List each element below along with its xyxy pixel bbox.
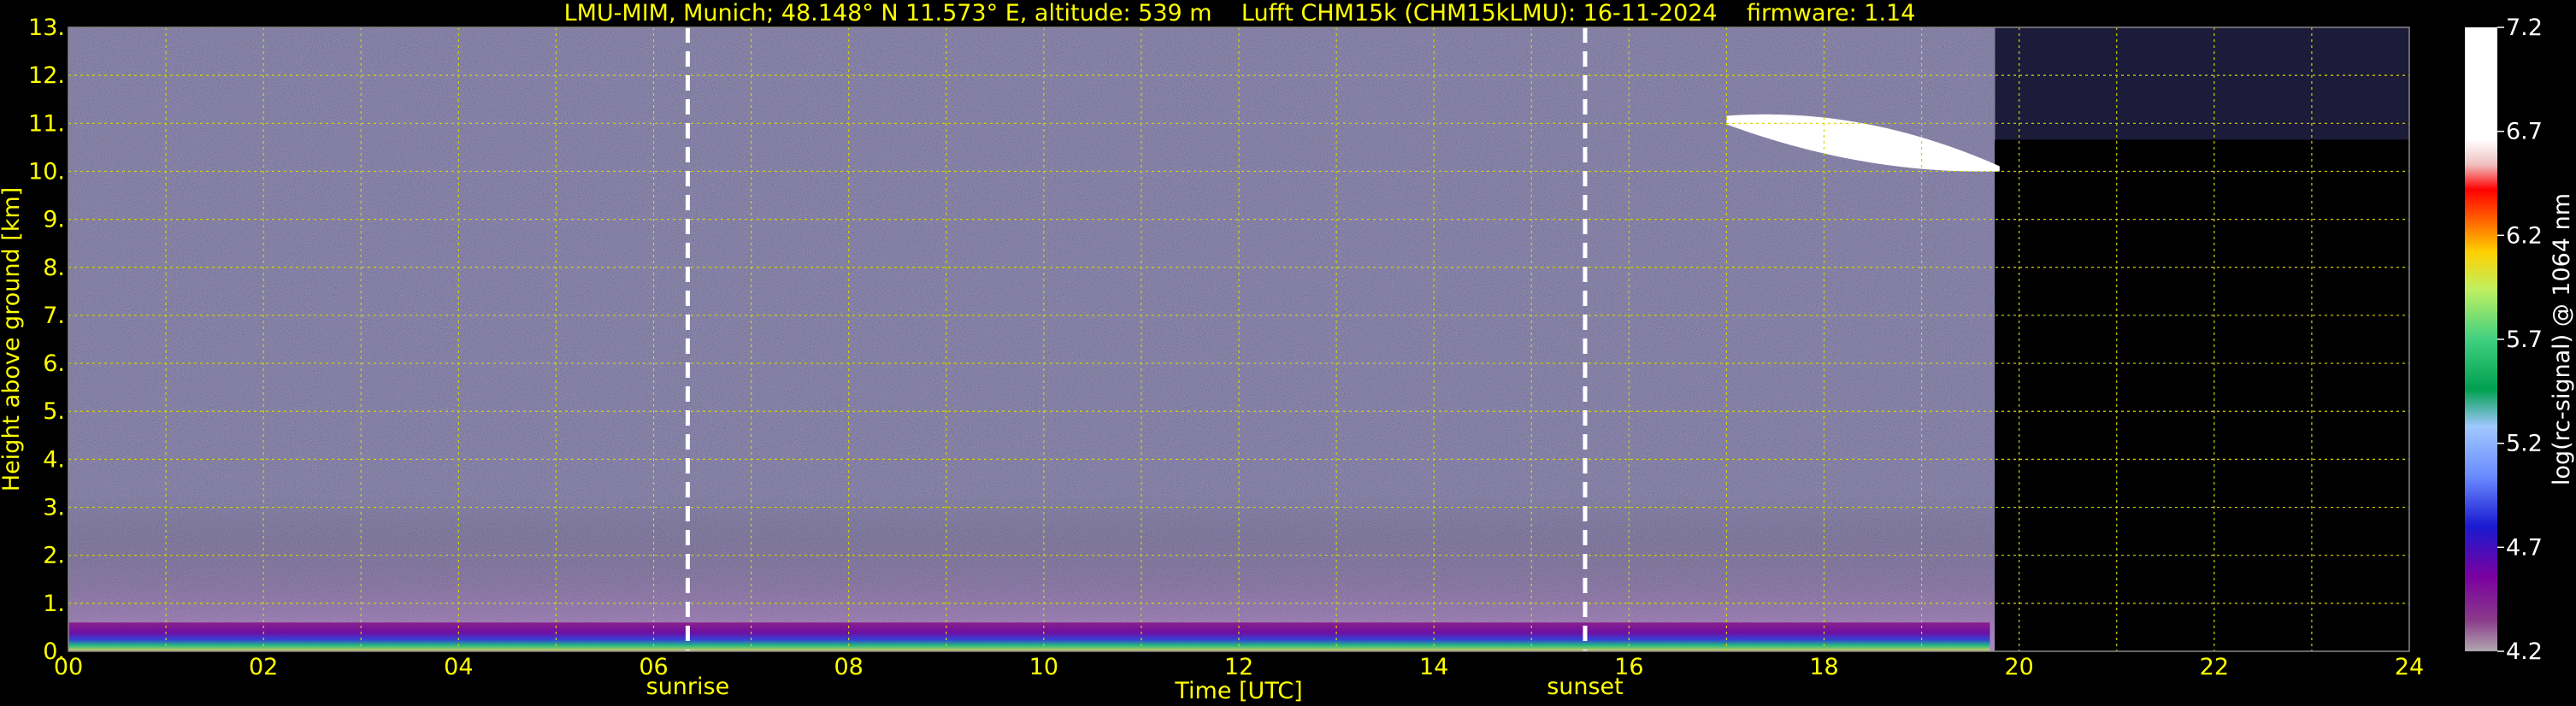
plot-area: sunrise sunset xyxy=(68,26,2410,700)
y-tick-label: 1. xyxy=(43,591,65,617)
x-tick-label: 04 xyxy=(444,654,473,680)
y-tick-label: 6. xyxy=(43,350,65,377)
no-data-region xyxy=(1995,139,2409,651)
x-tick-label: 06 xyxy=(639,654,668,680)
y-tick-label: 2. xyxy=(43,543,65,569)
x-tick-label: 02 xyxy=(249,654,278,680)
x-tick-label: 20 xyxy=(2004,654,2033,680)
y-axis-ticks: 0. 1. 2. 3. 4. 5. 6. 7. 8. 9. 10. 11. 12. 13. xyxy=(28,15,65,665)
colorbar-gradient xyxy=(2465,27,2497,651)
layer-0 xyxy=(68,622,1990,651)
colorbar-label: log(rc-signal) @ 1064 nm xyxy=(2549,193,2575,485)
colorbar-tick-label: 5.2 xyxy=(2506,431,2543,457)
x-tick-label: 16 xyxy=(1614,654,1643,680)
colorbar-tick-label: 7.2 xyxy=(2506,15,2543,41)
x-tick-label: 08 xyxy=(834,654,863,680)
y-tick-label: 9. xyxy=(43,207,65,233)
colorbar-tick-label: 4.7 xyxy=(2506,534,2543,561)
x-tick-label: 22 xyxy=(2200,654,2229,680)
colorbar-ticks: 4.2 4.7 5.2 5.7 6.2 6.7 7.2 xyxy=(2497,15,2543,665)
x-tick-label: 14 xyxy=(1419,654,1448,680)
y-tick-label: 13. xyxy=(28,15,65,41)
x-tick-label: 18 xyxy=(1809,654,1838,680)
colorbar-tick-label: 5.7 xyxy=(2506,327,2543,353)
y-tick-label: 3. xyxy=(43,495,65,521)
y-tick-label: 12. xyxy=(28,62,65,89)
y-tick-label: 5. xyxy=(43,398,65,425)
colorbar: 4.2 4.7 5.2 5.7 6.2 6.7 7.2 log(rc-signal) @ 1… xyxy=(2465,15,2575,665)
x-tick-label: 10 xyxy=(1029,654,1058,680)
x-axis-ticks: 00 02 04 06 08 10 12 14 16 18 20 22 24 xyxy=(54,654,2424,680)
y-tick-label: 8. xyxy=(43,255,65,281)
noise-fade xyxy=(68,27,1995,651)
x-tick-label: 24 xyxy=(2395,654,2424,680)
colorbar-tick-label: 6.2 xyxy=(2506,222,2543,249)
y-axis-label: Height above ground [km] xyxy=(0,187,25,491)
chart-svg: sunrise sunset 00 02 04 06 08 10 12 14 16 18 20 22 24… xyxy=(0,15,2575,704)
y-tick-label: 0. xyxy=(43,638,65,665)
colorbar-tick-label: 4.2 xyxy=(2506,638,2543,665)
x-axis-label: Time [UTC] xyxy=(1174,678,1302,704)
x-tick-label: 12 xyxy=(1224,654,1253,680)
colorbar-tick-label: 6.7 xyxy=(2506,119,2543,145)
y-tick-label: 10. xyxy=(28,158,65,185)
y-tick-label: 11. xyxy=(28,110,65,137)
y-tick-label: 4. xyxy=(43,446,65,473)
sunset-label: sunset xyxy=(1547,674,1624,700)
y-tick-label: 7. xyxy=(43,303,65,329)
